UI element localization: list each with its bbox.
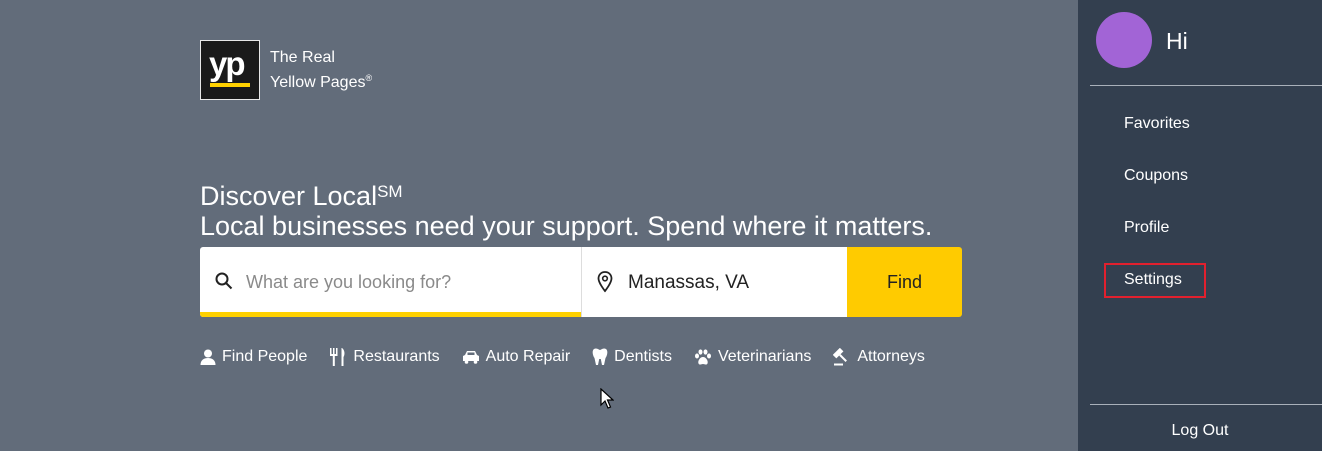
- person-icon: [200, 349, 216, 365]
- main-area: yp The Real Yellow Pages® Discover Local…: [0, 0, 1078, 451]
- quick-link-label: Restaurants: [353, 348, 440, 365]
- sidebar-item-coupons[interactable]: Coupons: [1124, 167, 1188, 185]
- quick-link-label: Attorneys: [857, 348, 925, 365]
- logo-line2: Yellow Pages®: [270, 68, 372, 93]
- logo-line1: The Real: [270, 48, 335, 66]
- search-what-placeholder: What are you looking for?: [246, 272, 452, 292]
- search-bar: What are you looking for? Manassas, VA F…: [200, 247, 962, 317]
- quick-link-attorneys[interactable]: Attorneys: [833, 348, 925, 366]
- location-pin-icon: [597, 271, 613, 293]
- fork-knife-icon: [330, 348, 345, 366]
- avatar[interactable]: [1096, 12, 1152, 68]
- sidebar-divider-bottom: [1090, 404, 1322, 405]
- yp-logo[interactable]: yp The Real Yellow Pages®: [200, 40, 372, 100]
- gavel-icon: [833, 348, 848, 366]
- service-mark: SM: [377, 182, 403, 201]
- tooth-icon: [592, 348, 608, 365]
- quick-links: Find People Restaurants Auto Repair Dent…: [200, 348, 947, 366]
- sidebar-item-favorites[interactable]: Favorites: [1124, 115, 1190, 133]
- car-icon: [462, 351, 479, 364]
- quick-link-auto-repair[interactable]: Auto Repair: [462, 348, 571, 366]
- logo-trademark: ®: [365, 72, 373, 83]
- mouse-cursor-icon: [600, 388, 614, 409]
- quick-link-label: Find People: [222, 348, 308, 365]
- quick-link-label: Auto Repair: [485, 348, 571, 365]
- search-where-value: Manassas, VA: [628, 272, 750, 293]
- quick-link-dentists[interactable]: Dentists: [592, 348, 672, 366]
- hero-tagline: Discover LocalSM Local businesses need y…: [200, 177, 932, 241]
- hero-subtitle: Local businesses need your support. Spen…: [200, 211, 933, 241]
- quick-link-restaurants[interactable]: Restaurants: [329, 348, 440, 366]
- search-where-field[interactable]: Manassas, VA: [581, 247, 847, 317]
- logo-text: The Real Yellow Pages®: [270, 48, 372, 93]
- sidebar-item-profile[interactable]: Profile: [1124, 219, 1169, 237]
- quick-link-veterinarians[interactable]: Veterinarians: [694, 348, 811, 366]
- logo-underline: [210, 83, 250, 87]
- quick-link-find-people[interactable]: Find People: [200, 348, 307, 366]
- hero-title-line: Discover LocalSM: [200, 177, 932, 211]
- search-what-field[interactable]: What are you looking for?: [200, 247, 581, 317]
- sidebar-item-settings[interactable]: Settings: [1124, 271, 1182, 289]
- quick-link-label: Dentists: [614, 348, 672, 365]
- greeting: Hi: [1166, 28, 1188, 54]
- account-sidebar: Hi Favorites Coupons Profile Settings Lo…: [1078, 0, 1322, 451]
- find-button[interactable]: Find: [847, 247, 962, 317]
- hero-title: Discover Local: [200, 181, 378, 211]
- logout-button[interactable]: Log Out: [1078, 422, 1322, 440]
- logo-mark: yp: [200, 40, 260, 100]
- sidebar-divider-top: [1090, 85, 1322, 86]
- quick-link-label: Veterinarians: [717, 348, 812, 365]
- logo-mark-text: yp: [209, 45, 245, 82]
- logo-line2-text: Yellow Pages: [270, 73, 366, 91]
- paw-icon: [694, 348, 711, 365]
- search-icon: [215, 272, 233, 290]
